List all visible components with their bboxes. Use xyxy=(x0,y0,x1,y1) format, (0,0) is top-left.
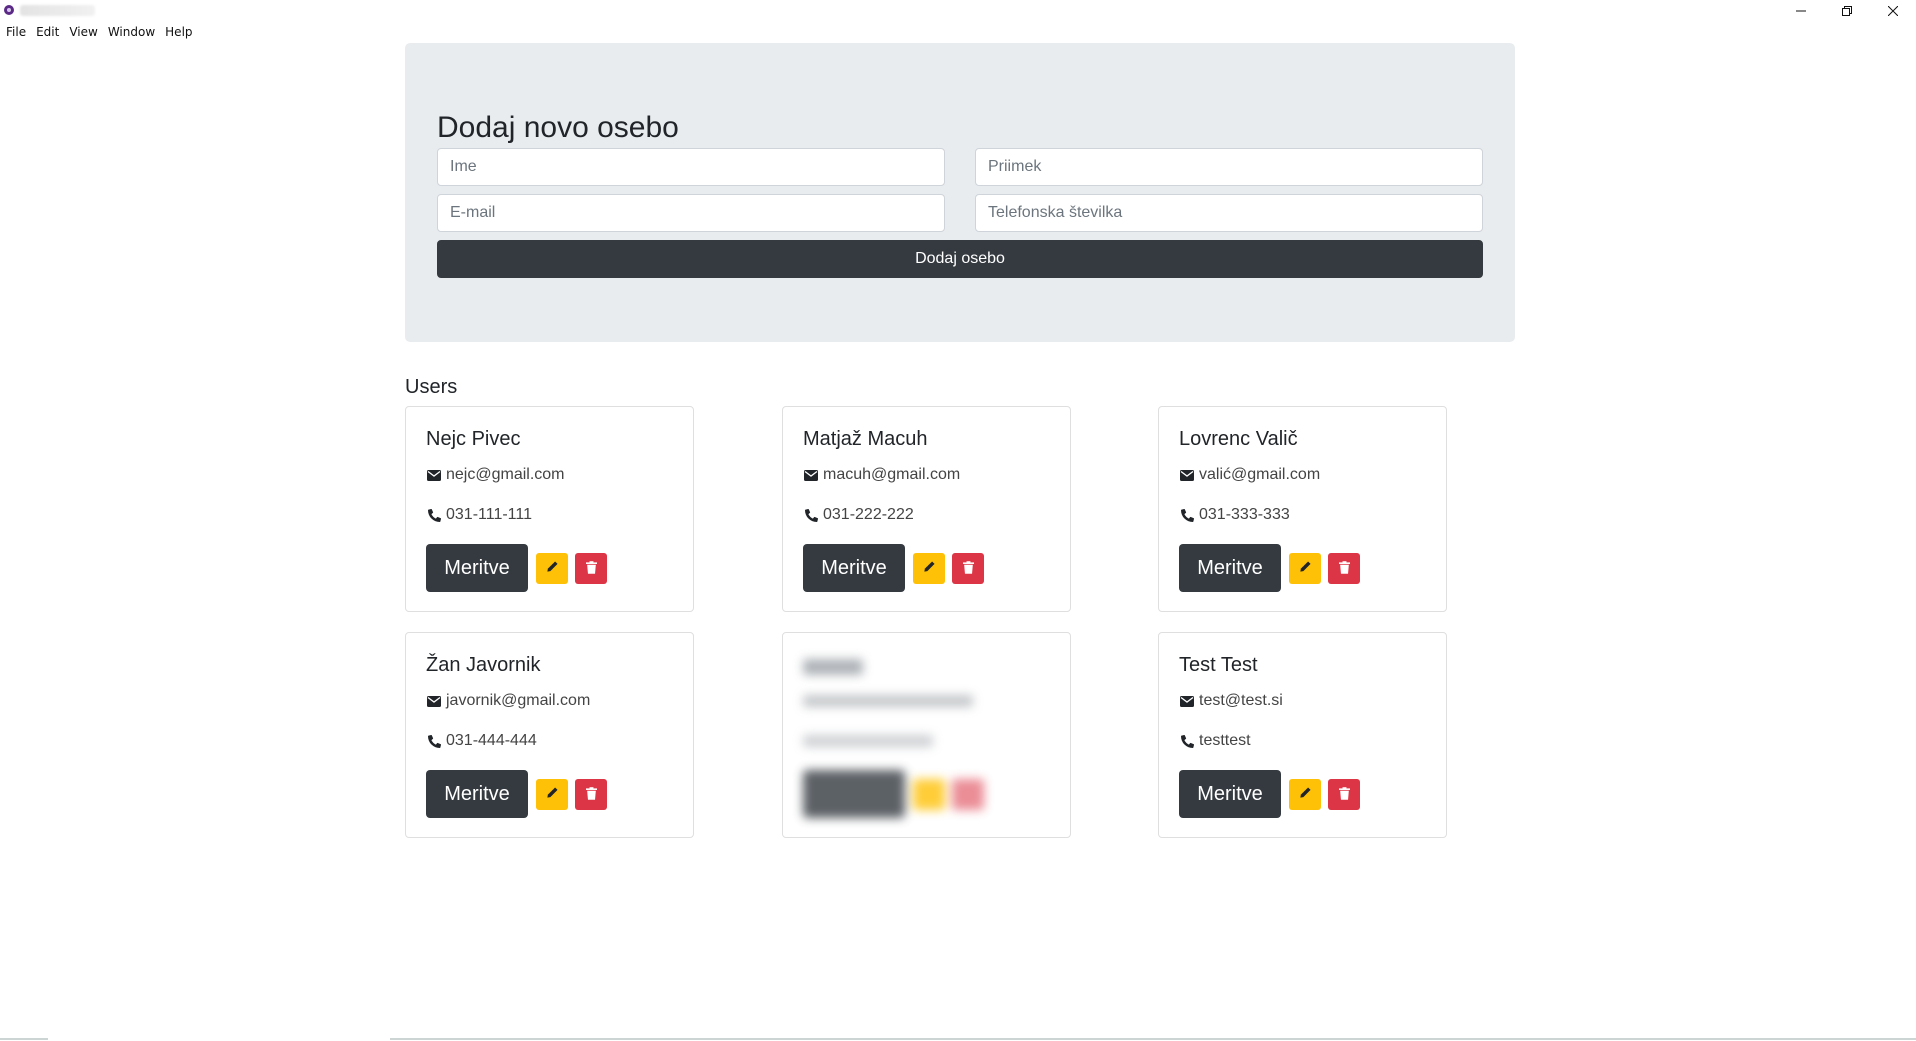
measurements-button[interactable]: Meritve xyxy=(803,544,905,592)
users-heading: Users xyxy=(405,376,458,398)
user-card: Žan Javornik javornik@gmail.com 031-444-… xyxy=(405,632,694,838)
menu-edit[interactable]: Edit xyxy=(36,25,59,39)
phone-icon xyxy=(803,507,819,523)
phone-icon xyxy=(1179,733,1195,749)
user-email: test@test.si xyxy=(1199,692,1283,709)
user-phone: 031-333-333 xyxy=(1199,506,1290,523)
window-title-redacted xyxy=(20,5,95,16)
edit-user-button[interactable] xyxy=(536,553,568,584)
user-phone-line: 031-222-222 xyxy=(803,506,914,524)
trash-icon xyxy=(585,786,597,803)
edit-user-button[interactable] xyxy=(1289,553,1321,584)
window-controls xyxy=(1778,0,1916,22)
delete-user-button[interactable] xyxy=(952,553,984,584)
user-email: macuh@gmail.com xyxy=(823,466,961,483)
menu-bar: File Edit View Window Help xyxy=(0,22,203,42)
user-card: Lovrenc Valič valić@gmail.com 031-333-33… xyxy=(1158,406,1447,612)
envelope-icon xyxy=(1179,467,1195,483)
user-name: Žan Javornik xyxy=(426,654,541,676)
user-email-line: nejc@gmail.com xyxy=(426,466,565,484)
email-input[interactable] xyxy=(437,194,945,232)
add-person-panel: Dodaj novo osebo Dodaj osebo xyxy=(405,43,1515,342)
user-name: Matjaž Macuh xyxy=(803,428,928,450)
edit-user-button[interactable] xyxy=(913,553,945,584)
user-email: nejc@gmail.com xyxy=(446,466,565,483)
user-email-line: javornik@gmail.com xyxy=(426,692,590,710)
user-name: Lovrenc Valič xyxy=(1179,428,1298,450)
delete-user-button[interactable] xyxy=(1328,779,1360,810)
menu-window[interactable]: Window xyxy=(108,25,155,39)
measurements-button[interactable]: Meritve xyxy=(1179,544,1281,592)
user-phone: 031-111-111 xyxy=(446,506,532,523)
pencil-icon xyxy=(546,787,558,802)
measurements-button[interactable]: Meritve xyxy=(426,770,528,818)
phone-icon xyxy=(426,733,442,749)
phone-icon xyxy=(1179,507,1195,523)
restore-icon[interactable] xyxy=(1824,0,1870,22)
envelope-icon xyxy=(1179,693,1195,709)
last-name-input[interactable] xyxy=(975,148,1483,186)
menu-view[interactable]: View xyxy=(69,25,97,39)
redacted-content xyxy=(783,633,1070,837)
user-card-redacted xyxy=(782,632,1071,838)
user-card: Test Test test@test.si testtest Meritve xyxy=(1158,632,1447,838)
add-person-title: Dodaj novo osebo xyxy=(437,111,679,144)
user-phone-line: testtest xyxy=(1179,732,1251,750)
user-phone: 031-222-222 xyxy=(823,506,914,523)
trash-icon xyxy=(1338,786,1350,803)
phone-input[interactable] xyxy=(975,194,1483,232)
user-phone-line: 031-444-444 xyxy=(426,732,537,750)
phone-icon xyxy=(426,507,442,523)
delete-user-button[interactable] xyxy=(575,553,607,584)
menu-file[interactable]: File xyxy=(6,25,26,39)
user-phone: testtest xyxy=(1199,732,1251,749)
user-email-line: test@test.si xyxy=(1179,692,1283,710)
measurements-button[interactable]: Meritve xyxy=(426,544,528,592)
user-name: Nejc Pivec xyxy=(426,428,521,450)
title-bar xyxy=(0,0,1916,22)
app-icon xyxy=(4,5,14,15)
delete-user-button[interactable] xyxy=(575,779,607,810)
pencil-icon xyxy=(1299,561,1311,576)
minimize-icon[interactable] xyxy=(1778,0,1824,22)
user-name: Test Test xyxy=(1179,654,1258,676)
measurements-button[interactable]: Meritve xyxy=(1179,770,1281,818)
menu-help[interactable]: Help xyxy=(165,25,192,39)
envelope-icon xyxy=(426,693,442,709)
pencil-icon xyxy=(923,561,935,576)
edit-user-button[interactable] xyxy=(536,779,568,810)
trash-icon xyxy=(585,560,597,577)
add-person-button[interactable]: Dodaj osebo xyxy=(437,240,1483,278)
user-email: valić@gmail.com xyxy=(1199,466,1321,483)
pencil-icon xyxy=(546,561,558,576)
trash-icon xyxy=(1338,560,1350,577)
user-email-line: macuh@gmail.com xyxy=(803,466,960,484)
edit-user-button[interactable] xyxy=(1289,779,1321,810)
user-card: Matjaž Macuh macuh@gmail.com 031-222-222… xyxy=(782,406,1071,612)
pencil-icon xyxy=(1299,787,1311,802)
envelope-icon xyxy=(803,467,819,483)
trash-icon xyxy=(962,560,974,577)
user-phone-line: 031-111-111 xyxy=(426,506,532,524)
envelope-icon xyxy=(426,467,442,483)
bottom-edge xyxy=(0,1038,1916,1040)
user-card: Nejc Pivec nejc@gmail.com 031-111-111 Me… xyxy=(405,406,694,612)
user-phone-line: 031-333-333 xyxy=(1179,506,1290,524)
close-icon[interactable] xyxy=(1870,0,1916,22)
user-email: javornik@gmail.com xyxy=(446,692,591,709)
user-email-line: valić@gmail.com xyxy=(1179,466,1320,484)
user-phone: 031-444-444 xyxy=(446,732,537,749)
delete-user-button[interactable] xyxy=(1328,553,1360,584)
first-name-input[interactable] xyxy=(437,148,945,186)
